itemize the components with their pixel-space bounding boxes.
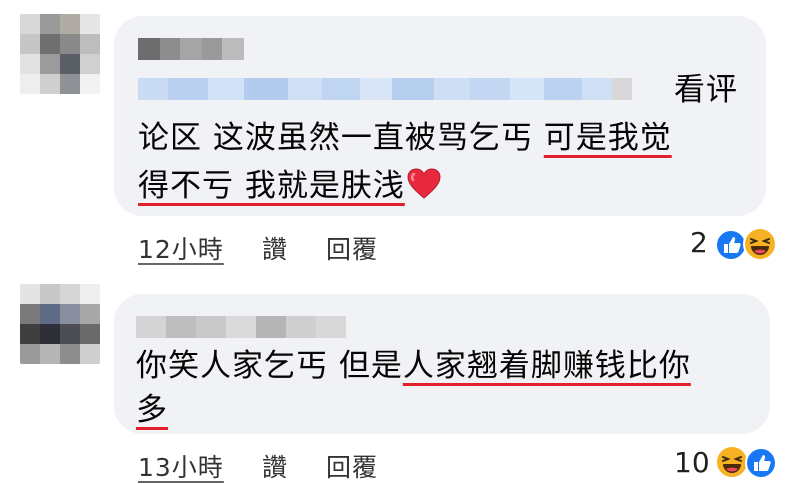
- blurred-text: [138, 78, 632, 100]
- commenter-avatar[interactable]: [20, 284, 100, 364]
- commenter-avatar[interactable]: [20, 14, 100, 94]
- comment-text-line: 论区 这波虽然一直被骂乞丐 可是我觉: [138, 114, 672, 162]
- comment-text-line: 你笑人家乞丐 但是人家翘着脚赚钱比你: [136, 342, 691, 390]
- comment-text-line: 得不亏 我就是肤浅: [138, 162, 441, 214]
- like-button[interactable]: 讚: [262, 230, 288, 266]
- underlined-text: 得不亏 我就是肤浅: [138, 168, 441, 204]
- reply-button[interactable]: 回覆: [326, 448, 378, 484]
- like-icon[interactable]: [744, 446, 778, 484]
- comment-text-line: 多: [136, 386, 168, 434]
- comment-bubble: 你笑人家乞丐 但是人家翘着脚赚钱比你 多: [114, 294, 770, 434]
- reply-button[interactable]: 回覆: [326, 230, 378, 266]
- underlined-text: 人家翘着脚赚钱比你: [402, 348, 691, 384]
- like-button[interactable]: 讚: [262, 448, 288, 484]
- comment-timestamp[interactable]: 13小時: [138, 448, 224, 484]
- underlined-text: 多: [136, 392, 168, 428]
- comment-text: 你笑人家乞丐 但是: [136, 348, 403, 384]
- reaction-count[interactable]: 10: [674, 446, 710, 479]
- commenter-name-blurred[interactable]: [136, 316, 346, 338]
- comment-bubble: 看评 论区 这波虽然一直被骂乞丐 可是我觉 得不亏 我就是肤浅: [114, 16, 766, 216]
- underlined-text: 可是我觉: [543, 120, 672, 156]
- comment-text-line: 看评: [674, 72, 738, 108]
- reaction-count[interactable]: 2: [690, 226, 708, 259]
- comment-timestamp[interactable]: 12小時: [138, 230, 224, 266]
- red-heart-icon: [407, 166, 441, 214]
- commenter-name-blurred[interactable]: [138, 38, 244, 60]
- comment-text: 论区 这波虽然一直被骂乞丐: [138, 120, 544, 156]
- haha-icon[interactable]: [742, 226, 778, 266]
